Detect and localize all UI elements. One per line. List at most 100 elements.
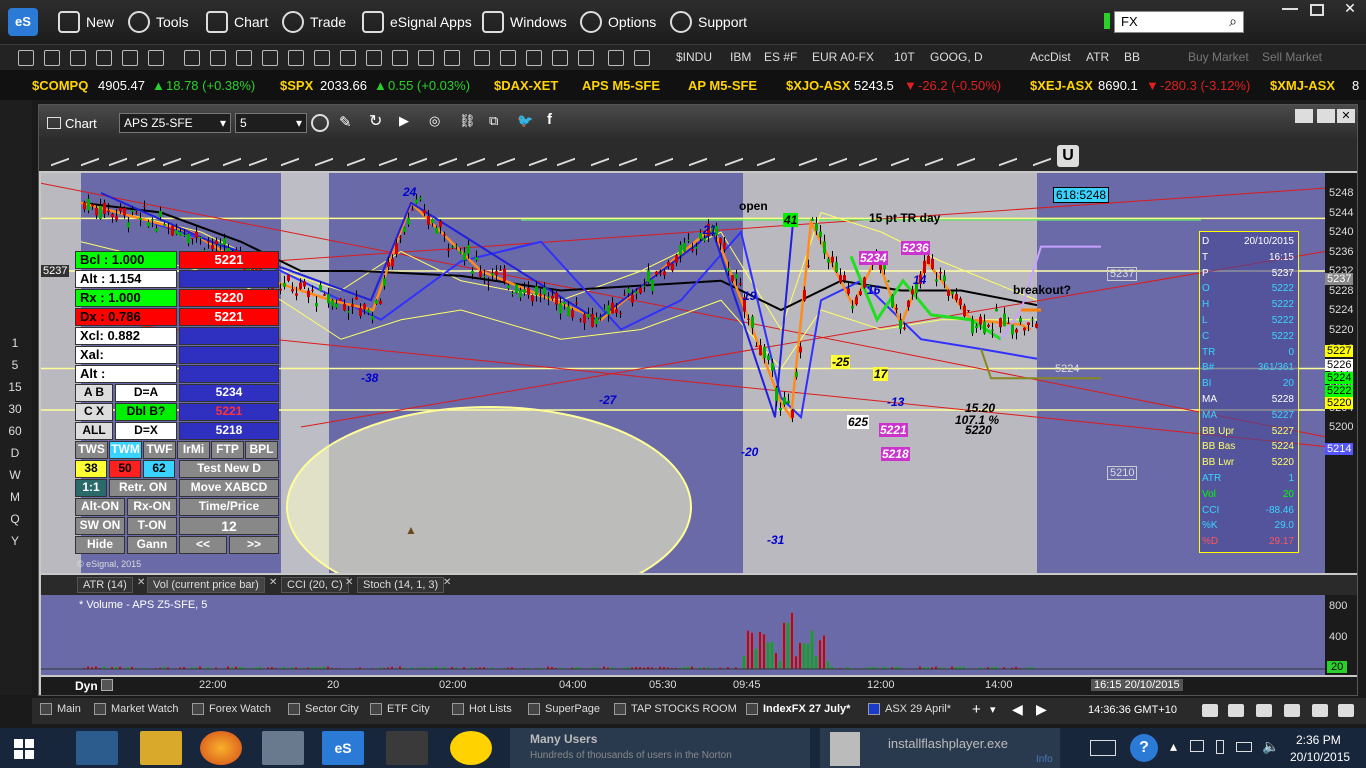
firefox-icon[interactable] [200, 731, 242, 765]
ticker-symbol[interactable]: $XJO-ASX [786, 78, 850, 93]
toolbar-symbol[interactable]: GOOG, D [930, 50, 983, 64]
chevron-down-icon[interactable]: ▾ [990, 703, 996, 716]
toolbar-symbol[interactable]: $INDU [676, 50, 712, 64]
toolbar-tool-icon[interactable] [236, 50, 252, 66]
pencil-icon[interactable]: ✎ [339, 113, 352, 131]
taskbar-clock-time[interactable]: 2:36 PM [1296, 733, 1341, 747]
tws-button[interactable]: TWS [75, 441, 108, 459]
toolbar-tool-icon[interactable] [44, 50, 60, 66]
menu-tools[interactable]: Tools [128, 11, 189, 33]
share-icon[interactable]: ⧉ [489, 113, 498, 129]
clock-icon[interactable] [311, 114, 329, 132]
tab-cci[interactable]: CCI (20, C) [281, 577, 349, 593]
price-chart[interactable]: Bcl : 1.000 5221 Alt : 1.154 Rx : 1.000 5220… [41, 173, 1325, 573]
fib-ratio-button[interactable]: 62 [143, 460, 175, 478]
drawing-tool-icon[interactable] [249, 145, 267, 167]
prev-button[interactable]: << [179, 536, 227, 554]
drawing-tool-icon[interactable] [689, 145, 707, 167]
ratio-row-key[interactable]: Bcl : 1.000 [75, 251, 177, 269]
toolbar-tool-icon[interactable] [96, 50, 112, 66]
tab-volume[interactable]: Vol (current price bar) [147, 577, 265, 593]
workspace-tab[interactable]: Sector City [288, 703, 359, 716]
status-icon[interactable] [1202, 704, 1218, 717]
toolbar-tool-icon[interactable] [608, 50, 624, 66]
toolbar-study[interactable]: BB [1124, 50, 1140, 64]
all-button[interactable]: ALL [75, 422, 113, 440]
menu-chart[interactable]: Chart [206, 11, 268, 33]
help-icon[interactable]: ? [1130, 734, 1158, 762]
hide-button[interactable]: Hide [75, 536, 125, 554]
maximize-button[interactable] [1310, 4, 1324, 16]
ratio-row-key[interactable]: Xal: [75, 346, 177, 364]
close-icon[interactable]: ✕ [443, 577, 451, 588]
fib-ratio-button[interactable]: 50 [109, 460, 141, 478]
play-icon[interactable]: ▶ [399, 113, 409, 129]
symbol-search-input[interactable]: FX ⌕ [1114, 11, 1244, 33]
next-tab-icon[interactable]: ▶ [1036, 701, 1047, 718]
toolbar-tool-icon[interactable] [122, 50, 138, 66]
ratio-row-key[interactable]: Dx : 0.786 [75, 308, 177, 326]
ticker-symbol[interactable]: $DAX-XET [494, 78, 558, 93]
drawing-tool-icon[interactable] [409, 145, 427, 167]
tab-stoch[interactable]: Stoch (14, 1, 3) [357, 577, 445, 593]
drawing-tool-icon[interactable] [859, 145, 877, 167]
toolbar-symbol[interactable]: 10T [894, 50, 915, 64]
ratio-row-key[interactable]: Xcl: 0.882 [75, 327, 177, 345]
volume-chart[interactable]: * Volume - APS Z5-SFE, 5 [41, 595, 1325, 675]
drawing-tool-icon[interactable] [191, 145, 209, 167]
interval-d[interactable]: D [6, 446, 24, 460]
fib-ratio-button[interactable]: 38 [75, 460, 107, 478]
toolbar-tool-icon[interactable] [500, 50, 516, 66]
battery-icon[interactable] [1236, 742, 1252, 752]
workspace-tab[interactable]: ASX 29 April* [868, 703, 951, 716]
menu-options[interactable]: Options [580, 11, 656, 33]
ticker-symbol[interactable]: $XMJ-ASX [1270, 78, 1335, 93]
toolbar-tool-icon[interactable] [552, 50, 568, 66]
workspace-tab[interactable]: Hot Lists [452, 703, 512, 716]
toolbar-tool-icon[interactable] [392, 50, 408, 66]
control-panel-icon[interactable] [76, 731, 118, 765]
drawing-tool-icon[interactable] [999, 145, 1017, 167]
add-tab-icon[interactable]: + [972, 701, 981, 718]
link-icon[interactable]: ⛓ [459, 113, 476, 129]
tws-button[interactable]: TWM [109, 441, 142, 459]
sw-on-button[interactable]: SW ON [75, 517, 125, 535]
t-on-button[interactable]: T-ON [127, 517, 177, 535]
ratio-row-key[interactable]: Alt : [75, 365, 177, 383]
network-icon[interactable] [1190, 740, 1204, 752]
toolbar-tool-icon[interactable] [418, 50, 434, 66]
drawing-tool-icon[interactable] [799, 145, 817, 167]
interval-60[interactable]: 60 [6, 424, 24, 438]
toolbar-tool-icon[interactable] [340, 50, 356, 66]
drawing-tool-icon[interactable] [81, 145, 99, 167]
taskbar-clock-date[interactable]: 20/10/2015 [1290, 750, 1350, 764]
drawing-tool-icon[interactable] [379, 145, 397, 167]
interval-30[interactable]: 30 [6, 402, 24, 416]
drawing-tool-icon[interactable] [315, 145, 333, 167]
drawing-tool-icon[interactable] [829, 145, 847, 167]
window-minimize-button[interactable] [1295, 109, 1313, 123]
ticker-symbol[interactable]: AP M5-SFE [688, 78, 757, 93]
tab-atr[interactable]: ATR (14) [77, 577, 133, 593]
drawing-tool-icon[interactable] [51, 145, 69, 167]
status-icon[interactable] [1284, 704, 1300, 717]
interval-5[interactable]: 5 [6, 358, 24, 372]
toolbar-tool-icon[interactable] [634, 50, 650, 66]
norton-notification[interactable]: Many Users Hundreds of thousands of user… [510, 728, 810, 768]
alt-on-button[interactable]: Alt-ON [75, 498, 125, 516]
status-icon[interactable] [1312, 704, 1328, 717]
refresh-icon[interactable]: ↻ [369, 111, 382, 131]
toolbar-tool-icon[interactable] [474, 50, 490, 66]
price-axis[interactable]: 5248524452405236523252285224522052165212… [1325, 173, 1357, 573]
magnet-icon[interactable]: U [1057, 145, 1079, 167]
drawing-tool-icon[interactable] [591, 145, 609, 167]
ratio-row-key[interactable]: Rx : 1.000 [75, 289, 177, 307]
status-icon[interactable] [1256, 704, 1272, 717]
drawing-tool-icon[interactable] [619, 145, 637, 167]
tws-button[interactable]: IrMi [177, 441, 210, 459]
toolbar-tool-icon[interactable] [148, 50, 164, 66]
window-close-button[interactable]: ✕ [1337, 109, 1355, 123]
move-xabcd-button[interactable]: Move XABCD [179, 479, 279, 497]
norton-icon[interactable] [450, 731, 492, 765]
prev-tab-icon[interactable]: ◀ [1012, 701, 1023, 718]
